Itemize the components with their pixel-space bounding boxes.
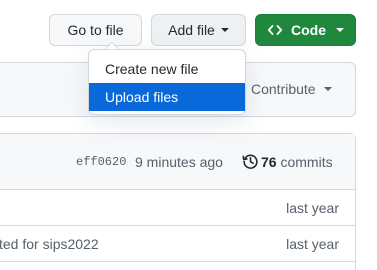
caret-down-icon — [336, 28, 344, 32]
menu-item-label: Create new file — [105, 61, 199, 77]
latest-commit-bar: eff0620 9 minutes ago 76 commits — [0, 134, 355, 190]
contribute-button[interactable]: Contribute — [251, 81, 332, 97]
commits-link[interactable]: 76 commits — [261, 154, 333, 170]
code-icon — [267, 25, 283, 35]
go-to-file-label: Go to file — [67, 22, 124, 38]
add-file-button[interactable]: Add file — [151, 14, 246, 46]
code-label: Code — [291, 22, 326, 38]
table-row: last year — [0, 190, 355, 226]
code-button[interactable]: Code — [255, 14, 356, 46]
row-time: last year — [286, 236, 339, 252]
row-time: last year — [286, 200, 339, 216]
caret-down-icon — [323, 87, 332, 91]
go-to-file-button[interactable]: Go to file — [49, 14, 142, 46]
menu-pointer-inner — [106, 43, 118, 49]
menu-item-create-new-file[interactable]: Create new file — [89, 55, 245, 83]
file-list: eff0620 9 minutes ago 76 commits last ye… — [0, 133, 356, 270]
commit-hash-link[interactable]: eff0620 — [76, 155, 126, 169]
add-file-menu: Create new file Upload files — [88, 49, 246, 115]
commit-count-label: commits — [280, 154, 333, 170]
menu-item-upload-files[interactable]: Upload files — [89, 83, 245, 111]
commit-time: 9 minutes ago — [135, 154, 223, 170]
caret-down-icon — [220, 28, 229, 32]
add-file-label: Add file — [168, 22, 215, 38]
table-row: ted for sips2022 last year — [0, 226, 355, 262]
menu-item-label: Upload files — [105, 89, 179, 105]
contribute-label: Contribute — [251, 81, 316, 97]
commit-message[interactable]: ted for sips2022 — [0, 236, 99, 252]
history-icon — [242, 154, 258, 169]
commit-count: 76 — [261, 154, 277, 170]
